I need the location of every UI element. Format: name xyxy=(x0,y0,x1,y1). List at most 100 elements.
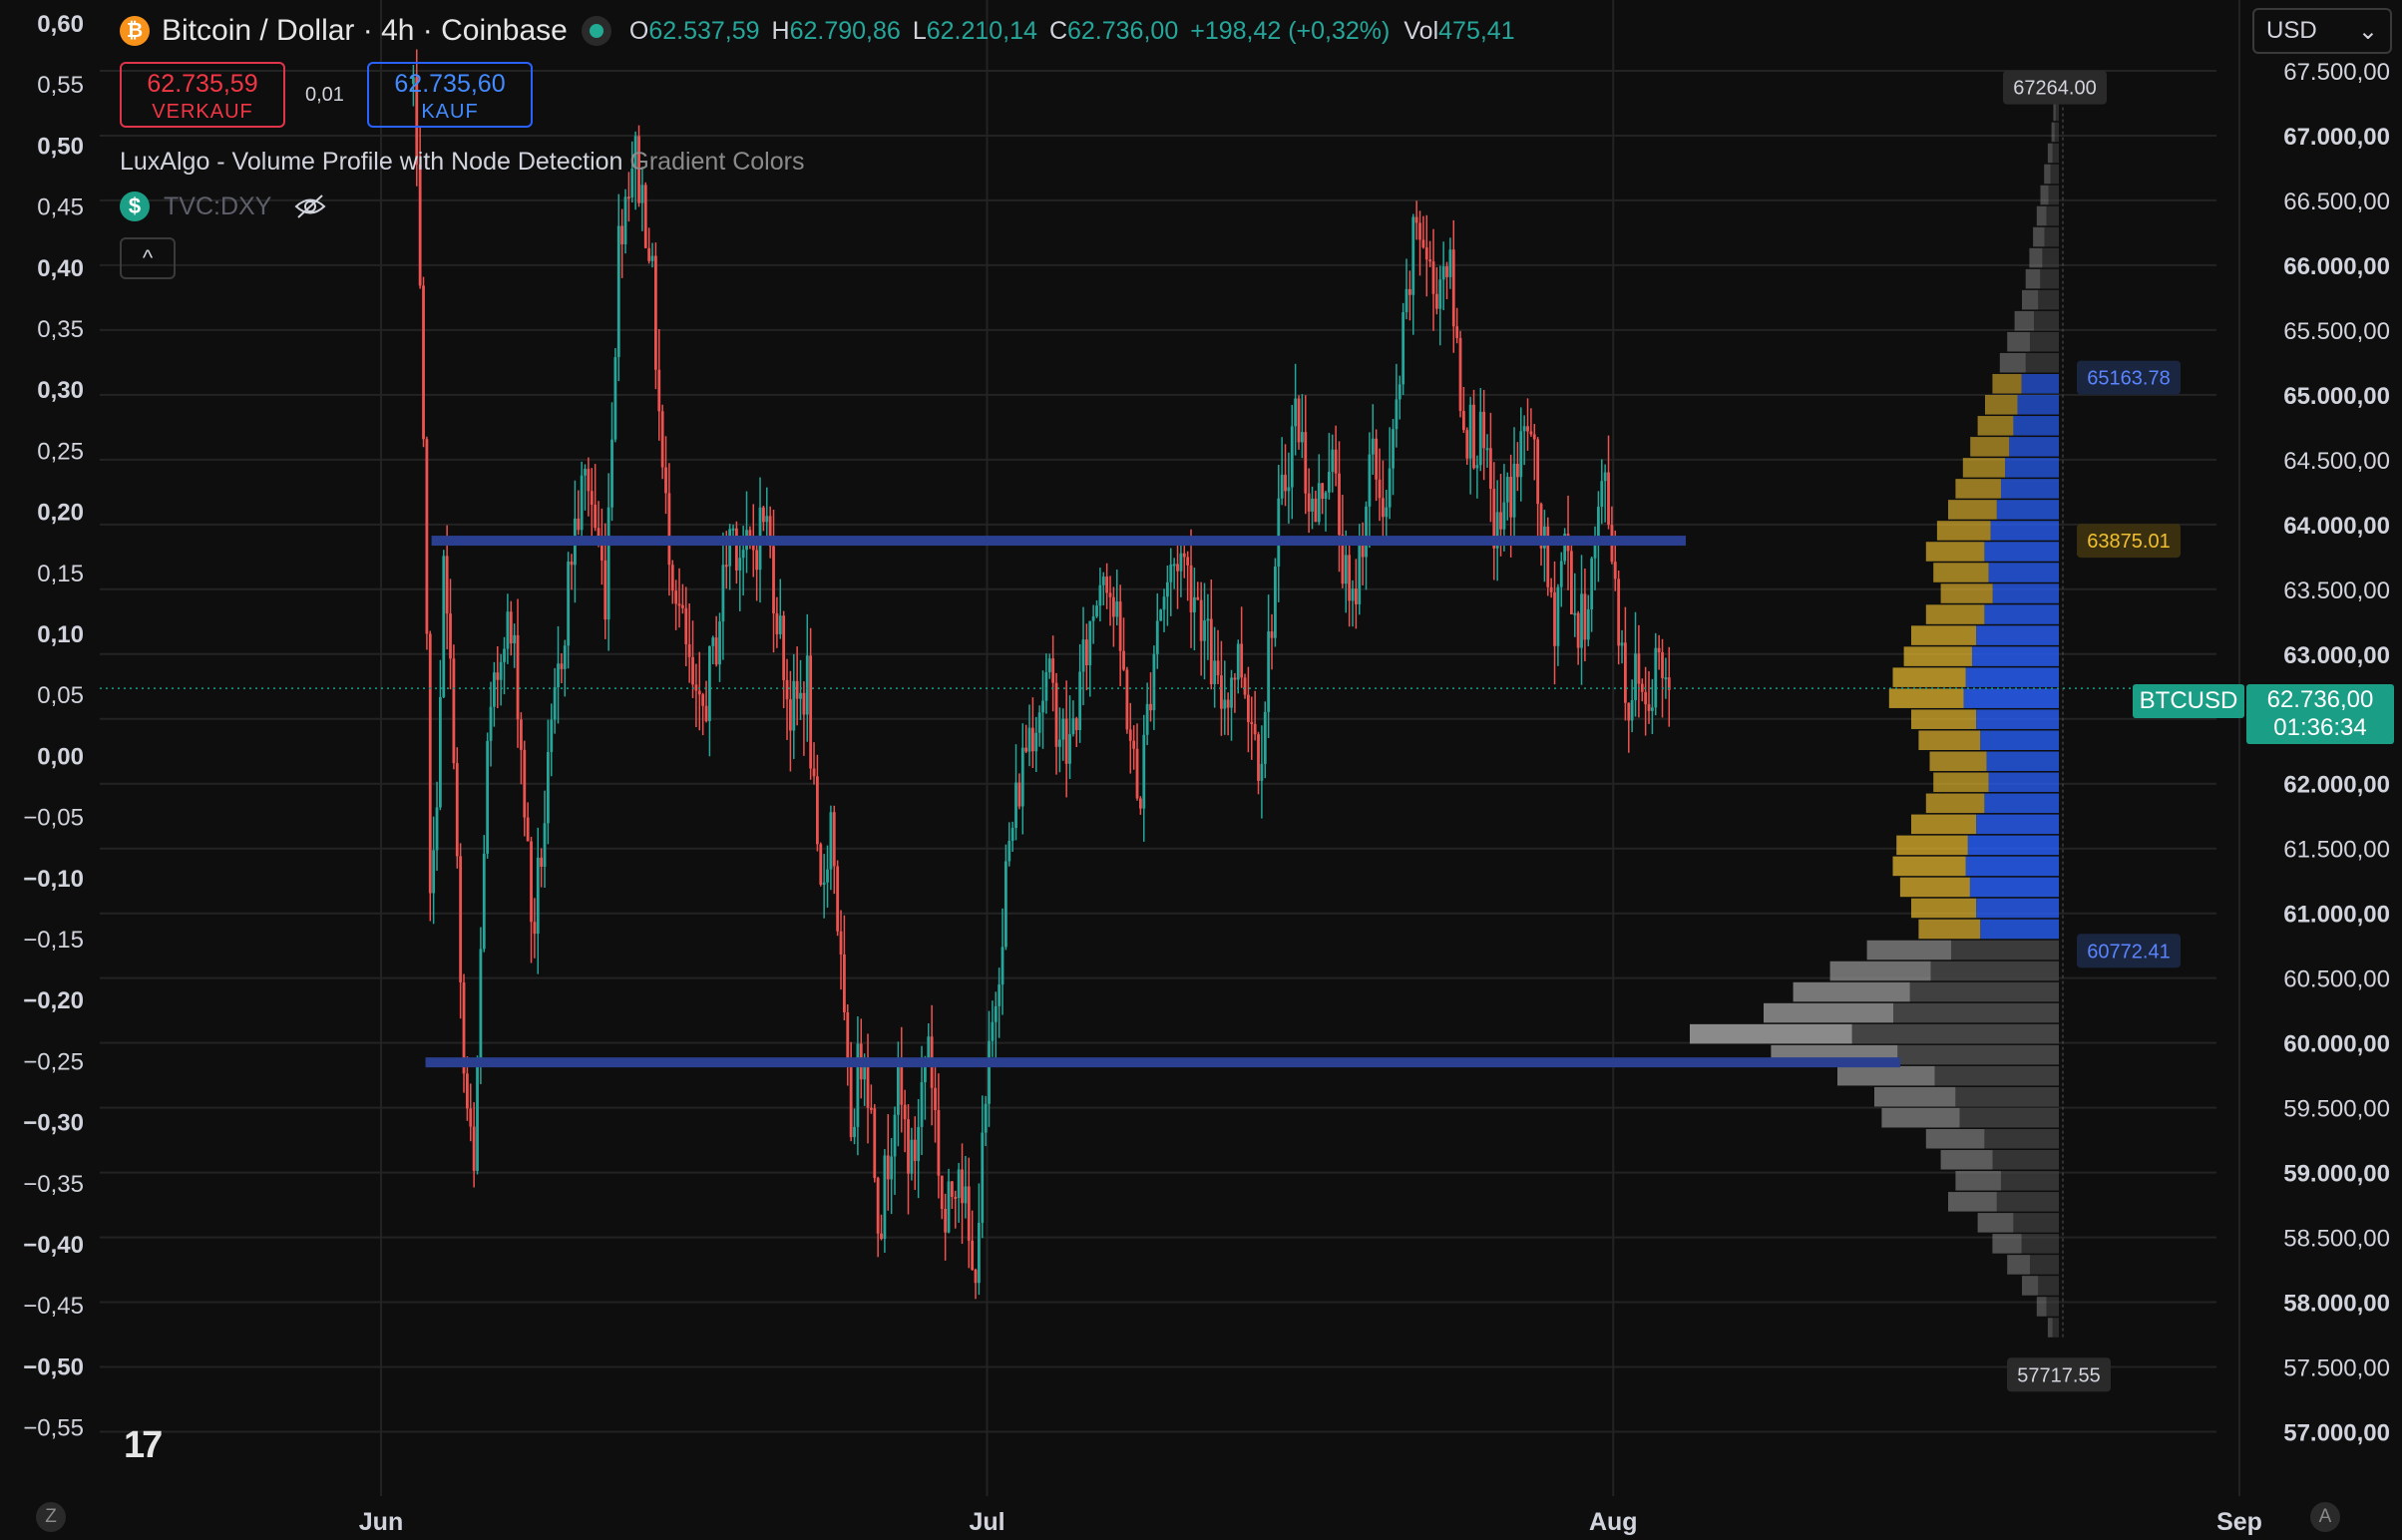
candle-body xyxy=(714,637,718,665)
profile-bar-inner xyxy=(2046,1297,2059,1317)
profile-bar-inner xyxy=(1996,1192,2059,1212)
profile-bar-inner xyxy=(2029,1255,2059,1275)
candle-body xyxy=(687,644,691,657)
profile-bar-outer xyxy=(1911,625,1977,645)
tradingview-logo[interactable]: 17 xyxy=(124,1424,163,1467)
candle-body xyxy=(775,613,779,634)
profile-bar-outer xyxy=(2036,205,2047,226)
currency-select[interactable]: USD ⌄ xyxy=(2252,8,2392,54)
profile-bar-outer xyxy=(2007,331,2030,352)
candle-body xyxy=(1010,828,1014,842)
zoom-reset-button[interactable]: Z xyxy=(36,1502,66,1532)
candle-body xyxy=(435,807,439,851)
profile-bar-inner xyxy=(1992,1150,2059,1170)
candle-body xyxy=(1445,266,1448,277)
candle-body xyxy=(1159,609,1163,621)
market-status-icon[interactable] xyxy=(581,16,611,46)
profile-bar-outer xyxy=(1764,1002,1894,1023)
candle-body xyxy=(520,719,523,750)
compare-symbol[interactable]: $ TVC:DXY xyxy=(120,192,327,221)
left-axis-tick: −0,10 xyxy=(23,866,84,893)
candle-body xyxy=(1455,326,1459,338)
price-chart[interactable]: 57.000,00 57.500,00 58.000,00 58.500,00 59.0… xyxy=(0,0,2402,1540)
candle-body xyxy=(1624,642,1627,703)
right-axis-tick: 58.000,00 xyxy=(2283,1291,2390,1318)
candle-body xyxy=(1001,947,1004,985)
profile-bar-outer xyxy=(1940,583,1993,603)
candle-body xyxy=(1277,498,1281,568)
candle-body xyxy=(991,1021,995,1041)
sell-button[interactable]: 62.735,59 VERKAUF xyxy=(120,62,285,128)
candle-body xyxy=(886,1155,890,1180)
candle-body xyxy=(1664,677,1668,680)
candle-body xyxy=(1284,474,1287,492)
candle-body xyxy=(755,550,759,571)
candle-body xyxy=(513,634,517,644)
candle-body xyxy=(1024,747,1028,752)
candle-body xyxy=(1580,593,1583,648)
candle-body xyxy=(1317,483,1321,523)
left-axis-tick: −0,25 xyxy=(23,1048,84,1075)
indicator-legend[interactable]: LuxAlgo - Volume Profile with Node Detec… xyxy=(120,148,804,177)
candle-body xyxy=(1095,605,1098,617)
candle-body xyxy=(1421,239,1425,248)
profile-bar-inner xyxy=(2050,164,2059,185)
symbol-legend[interactable]: ₿ Bitcoin / Dollar · 4h · Coinbase O62.5… xyxy=(120,10,1527,52)
hidden-eye-icon[interactable] xyxy=(293,193,327,219)
candle-body xyxy=(1573,612,1577,615)
candle-body xyxy=(1125,669,1129,730)
auto-scale-button[interactable]: A xyxy=(2310,1502,2340,1532)
profile-bar-inner xyxy=(1959,1107,2059,1128)
candle-body xyxy=(947,1181,951,1233)
profile-bar-outer xyxy=(1690,1023,1852,1044)
candle-body xyxy=(795,680,799,699)
candle-body xyxy=(1418,222,1421,240)
candle-body xyxy=(1590,558,1594,609)
left-axis-tick: −0,55 xyxy=(23,1415,84,1442)
candle-body xyxy=(1155,620,1159,654)
volume-value: 475,41 xyxy=(1438,16,1515,45)
candle-body xyxy=(1328,472,1331,493)
candle-body xyxy=(1017,782,1021,807)
profile-bar-inner xyxy=(1893,1002,2059,1023)
last-price-value: 62.736,00 xyxy=(2266,686,2374,713)
chevron-down-icon: ⌄ xyxy=(2357,17,2378,45)
right-axis-tick: 57.000,00 xyxy=(2283,1420,2390,1447)
left-axis-tick: 0,50 xyxy=(37,133,84,160)
candle-body xyxy=(1274,567,1277,638)
candle-body xyxy=(1576,612,1580,648)
candle-body xyxy=(1085,639,1088,666)
candle-body xyxy=(1529,431,1533,435)
profile-bar-outer xyxy=(1866,940,1952,961)
candle-body xyxy=(738,558,742,571)
left-axis-tick: −0,50 xyxy=(23,1353,84,1380)
candle-body xyxy=(967,1186,971,1241)
candle-body xyxy=(1105,577,1109,593)
candle-body xyxy=(1462,410,1465,431)
buy-button[interactable]: 62.735,60 KAUF xyxy=(367,62,533,128)
candle-body xyxy=(961,1169,964,1204)
candle-body xyxy=(472,1126,476,1171)
candle-body xyxy=(1404,288,1408,313)
right-axis-tick: 58.500,00 xyxy=(2283,1226,2390,1253)
profile-bar-inner xyxy=(2040,268,2059,289)
candle-body xyxy=(1088,620,1092,666)
candle-body xyxy=(1297,398,1301,443)
collapse-legend-button[interactable]: ^ xyxy=(120,237,176,279)
spread-value: 0,01 xyxy=(305,84,344,106)
candle-body xyxy=(489,706,493,741)
profile-bar-outer xyxy=(1977,1213,2014,1233)
right-axis-tick: 59.500,00 xyxy=(2283,1096,2390,1123)
candle-body xyxy=(1115,601,1119,617)
candle-body xyxy=(883,1155,887,1240)
profile-bar-inner xyxy=(1976,709,2059,729)
profile-bar-inner xyxy=(1996,500,2059,520)
candle-body xyxy=(735,528,738,571)
symbol-title[interactable]: Bitcoin / Dollar · 4h · Coinbase xyxy=(162,14,568,48)
candle-body xyxy=(674,590,678,604)
x-axis-tick: Jun xyxy=(359,1508,403,1536)
candle-body xyxy=(643,185,647,248)
candle-body xyxy=(684,607,688,645)
candle-body xyxy=(1431,261,1435,294)
candle-body xyxy=(657,369,661,412)
